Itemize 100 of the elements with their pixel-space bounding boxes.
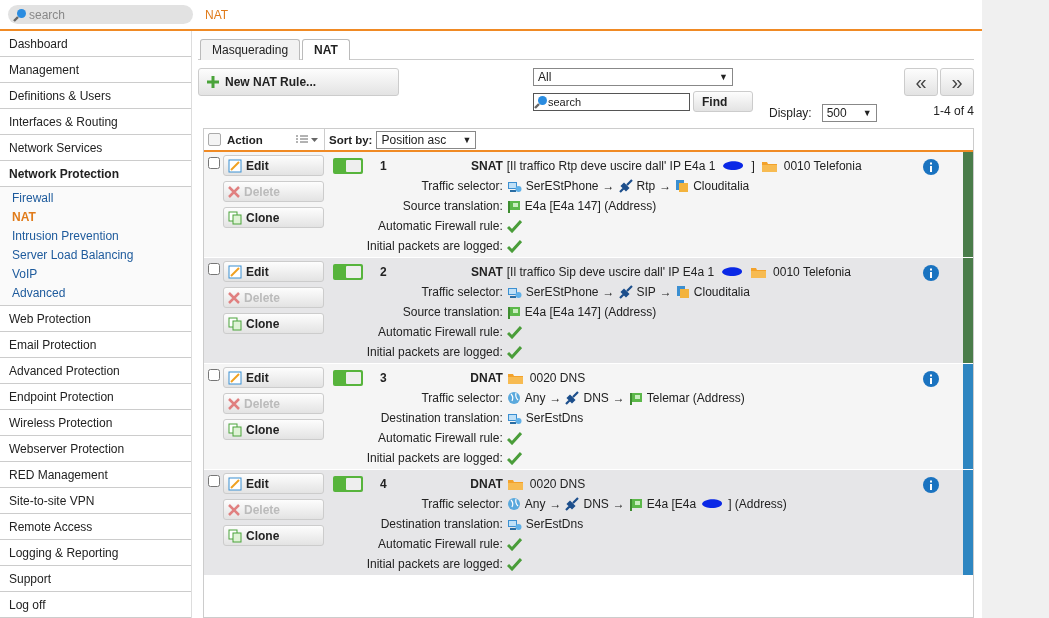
search-icon (534, 94, 548, 109)
checkbox[interactable] (208, 263, 220, 275)
clone-button[interactable]: Clone (223, 313, 324, 334)
new-rule-button[interactable]: New NAT Rule... (198, 68, 399, 96)
nav-item[interactable]: Advanced Protection (0, 358, 191, 384)
rule-type: SNAT (471, 265, 503, 279)
nav-subitem[interactable]: Server Load Balancing (0, 245, 191, 264)
info-icon[interactable] (923, 159, 939, 175)
object-name: DNS (583, 497, 609, 511)
plug-icon (565, 497, 580, 511)
object-name: SIP (636, 285, 656, 299)
previous-button[interactable]: « (904, 68, 938, 96)
display-select[interactable]: 500 ▼ (821, 104, 877, 122)
nav-item[interactable]: Remote Access (0, 514, 191, 540)
rule-comment: [Il traffico Rtp deve uscire dall' IP E4a 1 (506, 159, 716, 173)
arrow-symbol: → (659, 285, 672, 299)
nav-item[interactable]: Log off (0, 592, 191, 618)
nav-item[interactable]: Endpoint Protection (0, 384, 191, 410)
enable-toggle[interactable] (333, 264, 363, 280)
result-count: 1-4 of 4 (933, 104, 974, 118)
nav-item[interactable]: Webserver Protection (0, 436, 191, 462)
arrow-symbol: → (549, 497, 562, 511)
field-label: Initial packets are logged: (366, 557, 503, 571)
enable-toggle[interactable] (333, 158, 363, 174)
field-label: Destination translation: (380, 411, 503, 425)
filter-select[interactable]: All ▼ (533, 68, 733, 86)
flag-icon (506, 305, 521, 319)
folder-icon (675, 179, 690, 193)
field-label: Initial packets are logged: (366, 451, 503, 465)
arrow-symbol: → (549, 391, 562, 405)
clone-button[interactable]: Clone (223, 525, 324, 546)
checkbox[interactable] (208, 157, 220, 169)
next-button[interactable]: » (940, 68, 974, 96)
sort-label: Sort by: (329, 133, 373, 146)
computer-icon (506, 517, 522, 531)
edit-button[interactable]: Edit (223, 261, 324, 282)
nav-item[interactable]: Logging & Reporting (0, 540, 191, 566)
field-label: Initial packets are logged: (366, 345, 503, 359)
tab[interactable]: Masquerading (200, 39, 301, 60)
nav-item[interactable]: Dashboard (0, 31, 191, 57)
arrow-symbol: → (602, 285, 615, 299)
nav-item[interactable]: Wireless Protection (0, 410, 191, 436)
tab[interactable]: NAT (302, 39, 350, 60)
nav-subitem[interactable]: Firewall (0, 188, 191, 207)
flag-icon (628, 497, 643, 511)
list-menu-icon[interactable] (296, 134, 320, 145)
rule-type: DNAT (470, 371, 503, 385)
enable-toggle[interactable] (333, 476, 363, 492)
field-label: Destination translation: (380, 517, 503, 531)
nav-item[interactable]: Email Protection (0, 332, 191, 358)
close-icon (228, 291, 240, 304)
copy-icon (228, 422, 242, 437)
copy-icon (228, 528, 242, 543)
info-icon[interactable] (923, 477, 939, 493)
globe-icon (506, 497, 521, 511)
computer-icon (506, 285, 522, 299)
nav-item[interactable]: Definitions & Users (0, 83, 191, 109)
object-name: E4a [E4a (646, 497, 697, 511)
checkbox[interactable] (208, 475, 220, 487)
rule-comment: [Il traffico Sip deve uscire dall' IP E4a 1 (506, 265, 715, 279)
nav-item[interactable]: Network Services (0, 135, 191, 161)
object-name: SerEstDns (525, 411, 584, 425)
object-name: E4a [E4a 147] (Address) (524, 305, 657, 319)
rule-type: SNAT (471, 159, 503, 173)
find-button[interactable]: Find (693, 91, 753, 112)
plus-icon (207, 76, 219, 88)
nav-subitem[interactable]: Advanced (0, 283, 191, 302)
edit-icon (228, 158, 242, 173)
folder-icon (750, 265, 768, 279)
display-label: Display: (769, 106, 812, 120)
group-name: 0020 DNS (529, 477, 586, 491)
field-label: Automatic Firewall rule: (378, 219, 503, 233)
object-name: Any (524, 391, 546, 405)
field-label: Traffic selector: (421, 285, 503, 299)
edit-button[interactable]: Edit (223, 367, 324, 388)
clone-button[interactable]: Clone (223, 207, 324, 228)
nav-item[interactable]: Web Protection (0, 306, 191, 332)
edit-button[interactable]: Edit (223, 473, 324, 494)
sort-select[interactable]: Position asc ▼ (376, 130, 477, 149)
flag-icon (628, 391, 643, 405)
object-name: E4a [E4a 147] (Address) (524, 199, 657, 213)
rule-number: 2 (380, 264, 387, 281)
info-icon[interactable] (923, 371, 939, 387)
info-icon[interactable] (923, 265, 939, 281)
nav-item[interactable]: Management (0, 57, 191, 83)
nav-subitem[interactable]: Intrusion Prevention (0, 226, 191, 245)
nav-item[interactable]: Site-to-site VPN (0, 488, 191, 514)
enable-toggle[interactable] (333, 370, 363, 386)
edit-button[interactable]: Edit (223, 155, 324, 176)
clone-button[interactable]: Clone (223, 419, 324, 440)
plug-icon (618, 285, 633, 299)
checkbox[interactable] (208, 133, 221, 146)
nav-subitem[interactable]: VoIP (0, 264, 191, 283)
nav-item[interactable]: RED Management (0, 462, 191, 488)
plug-icon (565, 391, 580, 405)
checkbox[interactable] (208, 369, 220, 381)
nav-item[interactable]: Interfaces & Routing (0, 109, 191, 135)
nav-item[interactable]: Support (0, 566, 191, 592)
search-field[interactable]: search (533, 92, 690, 111)
field-label: Initial packets are logged: (366, 239, 503, 253)
